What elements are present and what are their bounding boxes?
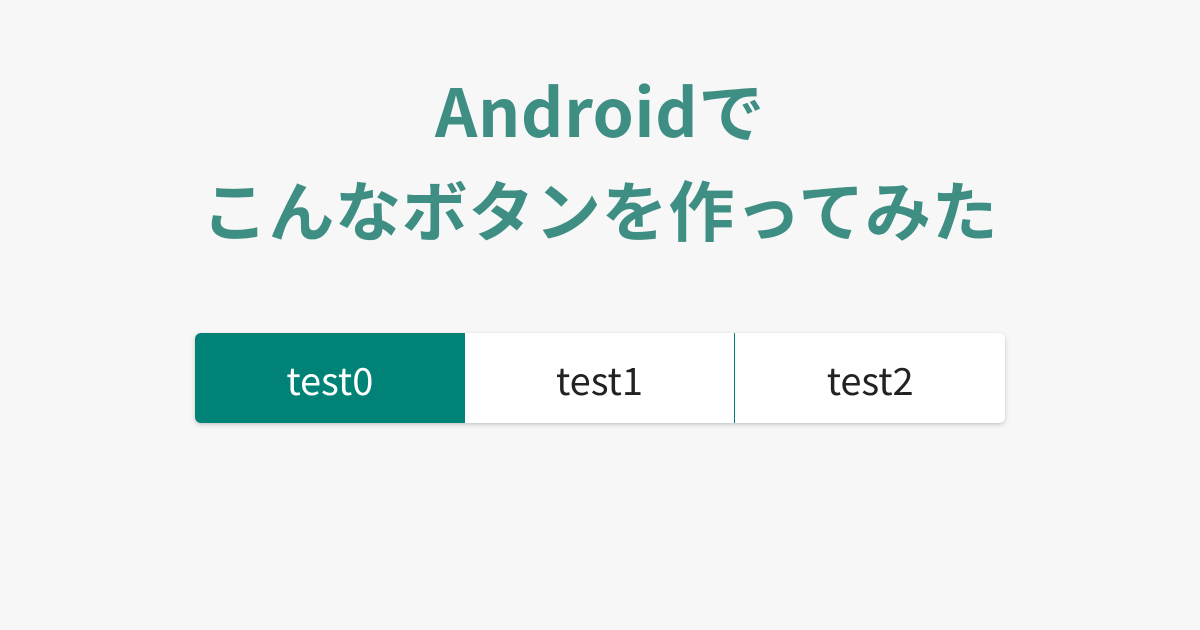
segment-button-0[interactable]: test0 xyxy=(195,333,465,423)
segment-label: test0 xyxy=(286,351,373,406)
segment-button-2[interactable]: test2 xyxy=(735,333,1005,423)
segment-button-1[interactable]: test1 xyxy=(465,333,736,423)
segment-label: test1 xyxy=(556,351,643,406)
title-line-1: Androidで xyxy=(435,61,765,157)
segment-label: test2 xyxy=(827,351,914,406)
title-line-2: こんなボタンを作ってみた xyxy=(202,160,999,256)
segmented-control: test0 test1 test2 xyxy=(195,333,1005,423)
page-title: Androidで こんなボタンを作ってみた xyxy=(202,60,999,258)
